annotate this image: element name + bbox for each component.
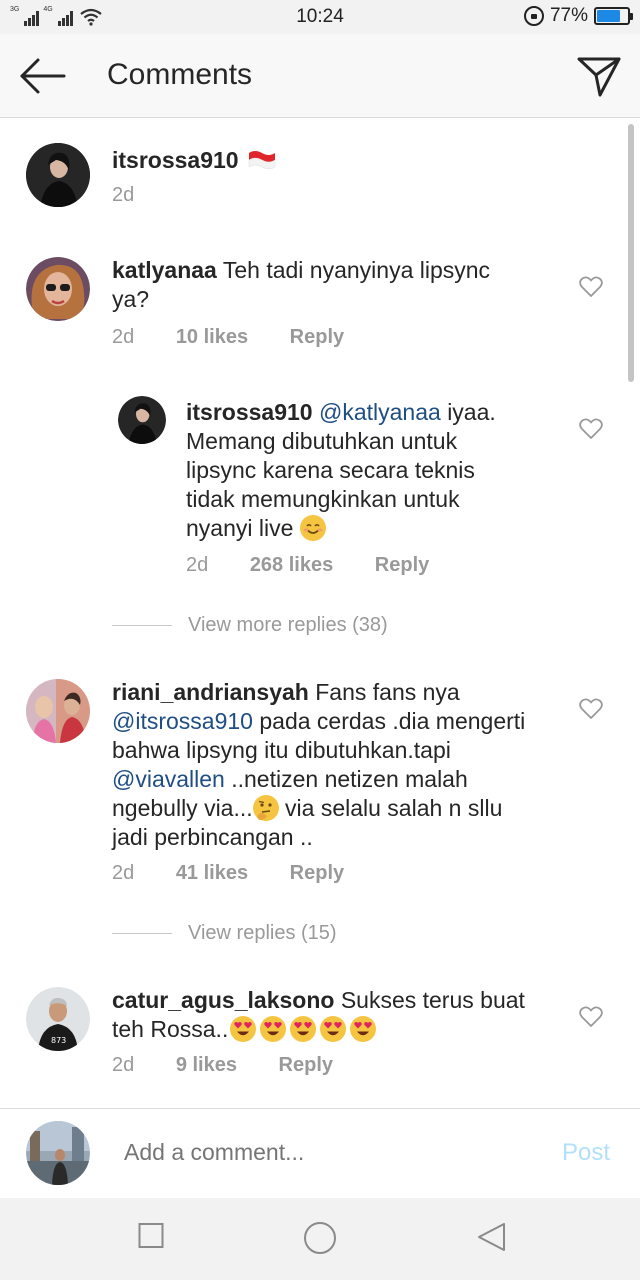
caption: itsrossa910 2d — [0, 140, 600, 220]
heart-eyes-emoji — [260, 1016, 287, 1042]
timestamp: 2d — [112, 862, 135, 884]
post-button[interactable]: Post — [562, 1139, 610, 1167]
battery-percent: 77% — [549, 5, 588, 26]
battery-level — [597, 10, 621, 22]
view-replies-button[interactable]: View replies (15) — [112, 922, 337, 945]
top-app-bar: Comments — [0, 34, 640, 118]
reply-button[interactable]: Reply — [290, 326, 344, 349]
view-more-replies-label: View more replies (38) — [188, 614, 388, 636]
like-count[interactable]: 9 likes — [176, 1054, 237, 1077]
avatar-image — [118, 396, 166, 444]
avatar-image — [26, 257, 90, 321]
mention-link[interactable]: @katlyanaa — [319, 399, 441, 425]
heart-eyes-emoji — [320, 1016, 347, 1042]
reply-text: itsrossa910 @katlyanaa iyaa. Memang dibu… — [186, 398, 526, 543]
heart-eyes-emoji — [290, 1016, 317, 1042]
view-replies-label: View replies (15) — [188, 922, 337, 944]
comment: riani_andriansyah Fans fans nya @itsross… — [0, 676, 603, 896]
username[interactable]: catur_agus_laksono — [112, 987, 334, 1013]
svg-text:873: 873 — [51, 1036, 66, 1045]
comment-input[interactable] — [124, 1139, 524, 1166]
square-icon[interactable] — [138, 1222, 164, 1250]
timestamp: 2d — [112, 184, 135, 206]
caption-meta: 2d — [112, 184, 134, 207]
comment-meta: 2d 9 likes Reply — [112, 1054, 333, 1077]
heart-icon[interactable] — [579, 276, 603, 298]
smiling-face-emoji — [299, 515, 326, 541]
username[interactable]: katlyanaa — [112, 257, 217, 283]
avatar-image — [26, 143, 90, 207]
heart-icon[interactable] — [579, 698, 603, 720]
comment-meta: 2d 10 likes Reply — [112, 326, 344, 349]
circle-icon[interactable] — [302, 1222, 338, 1258]
avatar-image — [26, 1121, 90, 1185]
username[interactable]: itsrossa910 — [112, 147, 239, 173]
status-icons-right: 77% — [523, 5, 633, 27]
reply-button[interactable]: Reply — [375, 554, 429, 577]
comment: 873 catur_agus_laksono Sukses terus buat… — [0, 984, 603, 1084]
reply-meta: 2d 268 likes Reply — [186, 554, 429, 577]
like-count[interactable]: 41 likes — [176, 862, 248, 885]
indonesia-flag-icon — [248, 151, 276, 170]
comment-text: catur_agus_laksono Sukses terus buat teh… — [112, 986, 552, 1044]
timestamp: 2d — [186, 554, 209, 576]
mention-link[interactable]: @itsrossa910 — [112, 708, 253, 734]
avatar[interactable] — [26, 257, 90, 321]
scrollbar[interactable] — [628, 124, 634, 382]
username[interactable]: riani_andriansyah — [112, 679, 309, 705]
like-count[interactable]: 268 likes — [250, 554, 333, 577]
divider-line — [112, 933, 172, 934]
back-button[interactable] — [18, 56, 66, 96]
arrow-left-icon — [20, 58, 66, 94]
share-button[interactable] — [576, 54, 622, 98]
avatar[interactable] — [26, 143, 90, 207]
rotation-lock-icon — [523, 6, 544, 26]
divider-line — [112, 625, 172, 626]
view-more-replies-button[interactable]: View more replies (38) — [112, 614, 388, 637]
comment-text: katlyanaa Teh tadi nyanyinya lipsync ya? — [112, 256, 532, 314]
reply-button[interactable]: Reply — [279, 1054, 333, 1077]
thinking-face-emoji — [252, 795, 279, 821]
username[interactable]: itsrossa910 — [186, 399, 313, 425]
avatar[interactable] — [26, 679, 90, 743]
like-count[interactable]: 10 likes — [176, 326, 248, 349]
system-navigation-bar — [0, 1198, 640, 1280]
mention-link[interactable]: @viavallen — [112, 766, 225, 792]
battery-icon — [594, 7, 633, 25]
heart-eyes-emoji — [350, 1016, 377, 1042]
add-comment-bar: Post — [0, 1108, 640, 1198]
timestamp: 2d — [112, 1054, 135, 1076]
heart-icon[interactable] — [579, 418, 603, 440]
avatar[interactable] — [118, 396, 166, 444]
comment-text: riani_andriansyah Fans fans nya @itsross… — [112, 678, 542, 852]
avatar-image — [26, 679, 90, 743]
comment-meta: 2d 41 likes Reply — [112, 862, 344, 885]
heart-icon[interactable] — [579, 1006, 603, 1028]
comment-body-part: Fans fans nya — [315, 679, 460, 705]
reply-button[interactable]: Reply — [290, 862, 344, 885]
direct-send-icon — [577, 57, 621, 97]
heart-eyes-emoji-row — [228, 1016, 377, 1042]
comment: katlyanaa Teh tadi nyanyinya lipsync ya?… — [0, 254, 603, 354]
status-bar: 3G 4G 10:24 77% — [0, 0, 640, 34]
avatar-image: 873 — [26, 987, 90, 1051]
triangle-back-icon[interactable] — [476, 1222, 506, 1254]
page-title: Comments — [107, 58, 253, 91]
timestamp: 2d — [112, 326, 135, 348]
avatar[interactable]: 873 — [26, 987, 90, 1051]
caption-text: itsrossa910 — [112, 146, 572, 175]
reply-comment: itsrossa910 @katlyanaa iyaa. Memang dibu… — [0, 396, 603, 586]
current-user-avatar[interactable] — [26, 1121, 90, 1185]
heart-eyes-emoji — [230, 1016, 257, 1042]
